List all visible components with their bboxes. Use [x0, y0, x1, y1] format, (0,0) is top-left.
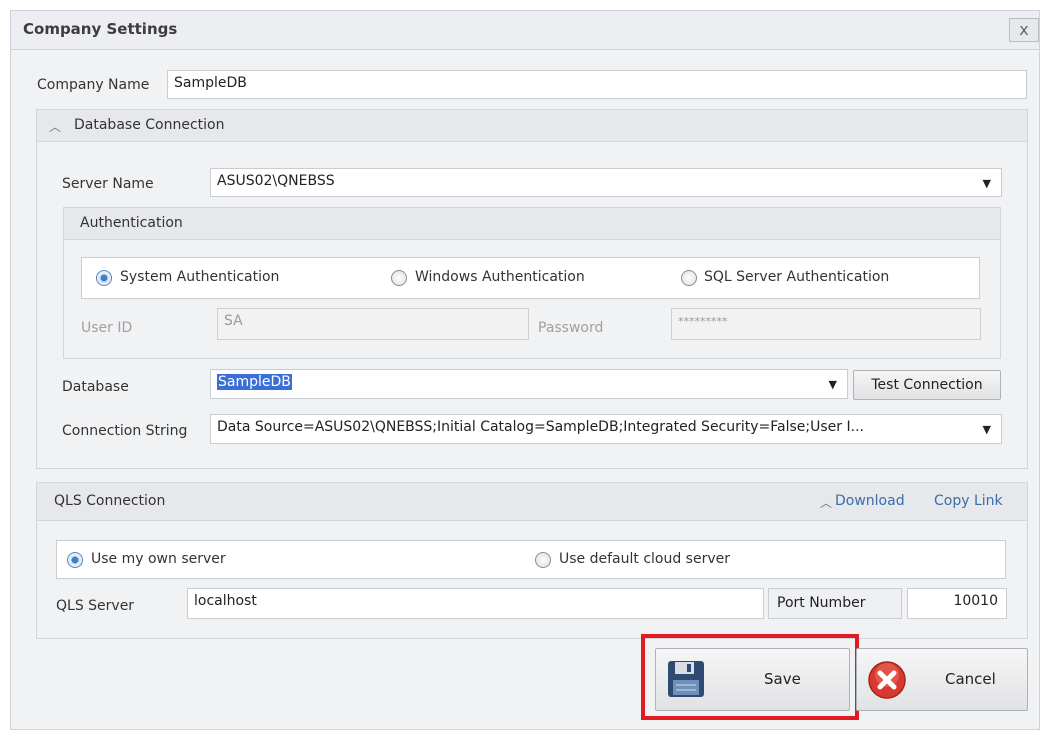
authentication-title: Authentication — [80, 215, 183, 231]
qls-options-box: Use my own server Use default cloud serv… — [56, 540, 1006, 579]
save-label: Save — [764, 670, 801, 688]
close-button[interactable]: x — [1009, 18, 1039, 42]
test-connection-button[interactable]: Test Connection — [853, 370, 1001, 400]
windows-auth-label[interactable]: Windows Authentication — [415, 269, 585, 285]
dropdown-arrow-icon[interactable]: ▼ — [983, 177, 991, 190]
chevron-up-icon[interactable]: ︿ — [820, 494, 832, 511]
dropdown-arrow-icon[interactable]: ▼ — [829, 378, 837, 391]
password-label: Password — [538, 320, 604, 336]
chevron-up-icon: ︿ — [49, 120, 62, 134]
download-link[interactable]: Download — [835, 493, 905, 509]
cancel-button[interactable]: Cancel — [856, 648, 1028, 711]
own-server-label[interactable]: Use my own server — [91, 551, 226, 567]
connection-string-select[interactable]: Data Source=ASUS02\QNEBSS;Initial Catalo… — [210, 414, 1002, 444]
company-name-input[interactable]: SampleDB — [167, 70, 1027, 99]
authentication-header: Authentication — [64, 208, 1000, 240]
copy-link[interactable]: Copy Link — [934, 493, 1003, 509]
title-bar: Company Settings x — [10, 10, 1040, 50]
cancel-x-icon — [868, 661, 906, 699]
user-id-label: User ID — [81, 320, 133, 336]
qls-server-label: QLS Server — [56, 598, 135, 614]
password-input[interactable]: ********* — [671, 308, 981, 340]
port-number-label: Port Number — [768, 588, 902, 619]
database-connection-header[interactable]: ︿ Database Connection — [37, 110, 1027, 142]
port-number-input[interactable]: 10010 — [907, 588, 1007, 619]
server-name-label: Server Name — [62, 176, 154, 192]
radio-windows-auth[interactable] — [391, 270, 407, 286]
system-auth-label[interactable]: System Authentication — [120, 269, 279, 285]
sql-auth-label[interactable]: SQL Server Authentication — [704, 269, 889, 285]
qls-server-input[interactable]: localhost — [187, 588, 764, 619]
database-label: Database — [62, 379, 129, 395]
radio-sql-auth[interactable] — [681, 270, 697, 286]
connection-string-label: Connection String — [62, 423, 188, 439]
connection-string-value: Data Source=ASUS02\QNEBSS;Initial Catalo… — [217, 419, 864, 435]
server-name-value: ASUS02\QNEBSS — [217, 173, 335, 189]
auth-options-box: System Authentication Windows Authentica… — [81, 257, 980, 299]
company-name-label: Company Name — [37, 77, 150, 93]
cloud-server-label[interactable]: Use default cloud server — [559, 551, 730, 567]
server-name-select[interactable]: ASUS02\QNEBSS ▼ — [210, 168, 1002, 197]
floppy-disk-icon — [668, 661, 704, 697]
database-select[interactable]: SampleDB ▼ — [210, 369, 848, 399]
window-title: Company Settings — [23, 20, 178, 38]
save-button[interactable]: Save — [655, 648, 850, 711]
radio-system-auth[interactable] — [96, 270, 112, 286]
radio-own-server[interactable] — [67, 552, 83, 568]
cancel-label: Cancel — [945, 670, 996, 688]
database-connection-title: Database Connection — [74, 117, 225, 133]
user-id-input[interactable]: SA — [217, 308, 529, 340]
qls-connection-header[interactable]: QLS Connection ︿ Download Copy Link — [37, 483, 1027, 521]
radio-cloud-server[interactable] — [535, 552, 551, 568]
database-value: SampleDB — [217, 374, 292, 390]
qls-connection-title: QLS Connection — [54, 493, 166, 509]
dropdown-arrow-icon[interactable]: ▼ — [983, 423, 991, 436]
